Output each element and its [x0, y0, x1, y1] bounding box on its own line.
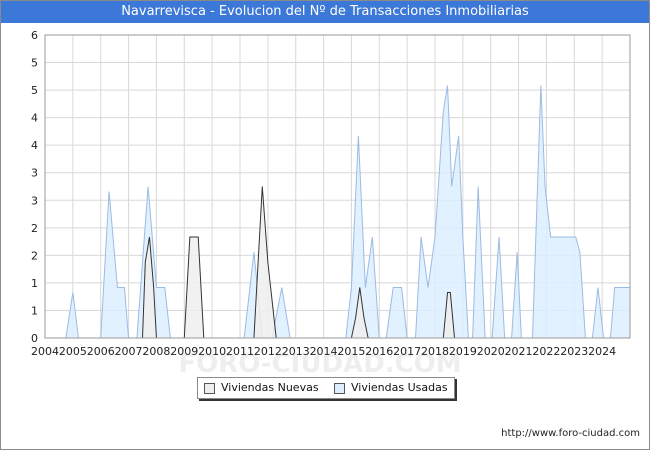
- x-tick-label: 2019: [449, 345, 477, 358]
- x-tick-label: 2023: [560, 345, 588, 358]
- y-tick-label: 5: [31, 84, 38, 97]
- x-tick-label: 2014: [310, 345, 338, 358]
- legend-label-usadas: Viviendas Usadas: [351, 381, 448, 394]
- legend: Viviendas Nuevas Viviendas Usadas: [197, 377, 455, 399]
- x-tick-label: 2006: [87, 345, 115, 358]
- x-tick-label: 2022: [532, 345, 560, 358]
- x-tick-label: 2015: [337, 345, 365, 358]
- x-tick-label: 2009: [170, 345, 198, 358]
- nuevas-swatch: [204, 383, 215, 394]
- y-tick-label: 3: [31, 194, 38, 207]
- y-tick-label: 0: [31, 332, 38, 345]
- x-tick-label: 2008: [142, 345, 170, 358]
- y-tick-label: 1: [31, 304, 38, 317]
- x-tick-label: 2024: [588, 345, 616, 358]
- y-tick-label: 2: [31, 222, 38, 235]
- x-tick-label: 2010: [198, 345, 226, 358]
- y-tick-label: 6: [31, 29, 38, 42]
- x-tick-label: 2020: [477, 345, 505, 358]
- usadas-swatch: [334, 383, 345, 394]
- source-link[interactable]: http://www.foro-ciudad.com: [501, 428, 640, 439]
- y-tick-label: 2: [31, 249, 38, 262]
- y-tick-label: 1: [31, 277, 38, 290]
- y-tick-label: 3: [31, 167, 38, 180]
- x-tick-label: 2005: [59, 345, 87, 358]
- x-tick-label: 2013: [282, 345, 310, 358]
- series-layer: [45, 85, 630, 339]
- legend-label-nuevas: Viviendas Nuevas: [221, 381, 319, 394]
- y-tick-label: 5: [31, 57, 38, 70]
- y-axis: 0 1 1 2 2 3 3 4 4 5 5 6: [31, 29, 38, 345]
- x-tick-label: 2017: [393, 345, 421, 358]
- x-tick-label: 2021: [505, 345, 533, 358]
- x-tick-label: 2007: [115, 345, 143, 358]
- x-tick-label: 2011: [226, 345, 254, 358]
- x-tick-label: 2016: [365, 345, 393, 358]
- y-tick-label: 4: [31, 112, 38, 125]
- x-tick-label: 2004: [31, 345, 59, 358]
- x-tick-label: 2018: [421, 345, 449, 358]
- y-tick-label: 4: [31, 139, 38, 152]
- x-tick-label: 2012: [254, 345, 282, 358]
- x-axis: 2004 2005 2006 2007 2008 2009 2010 2011 2012 2013…: [31, 345, 616, 358]
